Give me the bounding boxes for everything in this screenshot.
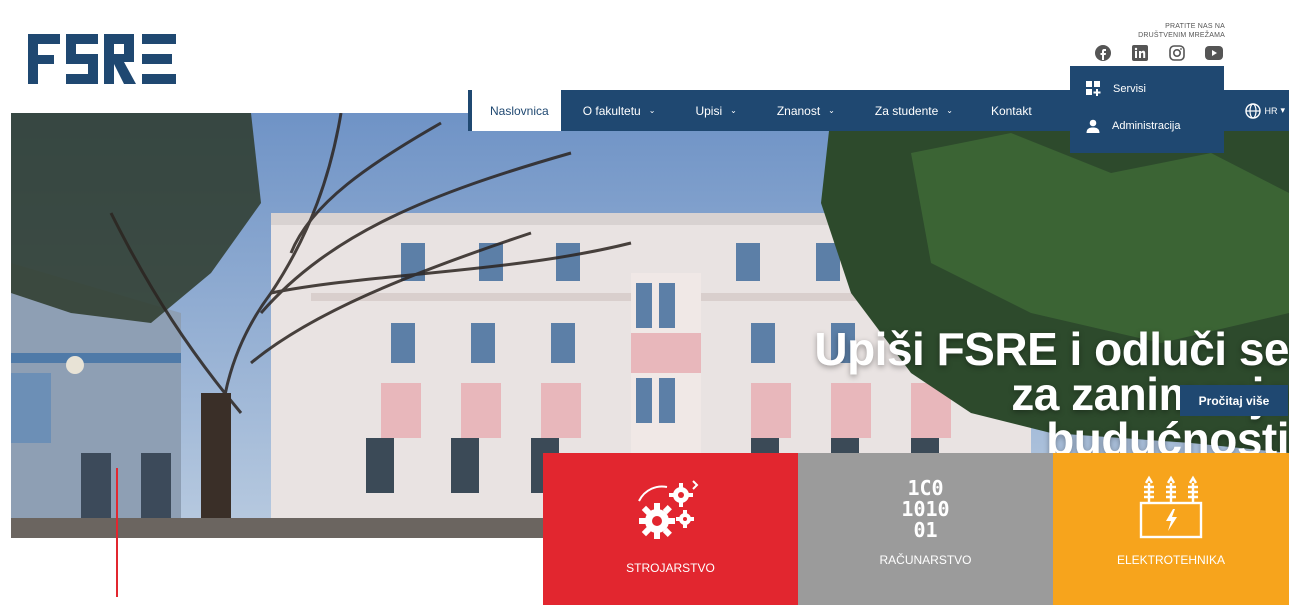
dropdown-item-label: Servisi [1113, 82, 1147, 95]
chevron-down-icon: ⌄ [946, 106, 953, 115]
binary-line: 01 [913, 518, 938, 542]
social-links [1094, 44, 1223, 62]
nav-item-label: Za studente [874, 103, 939, 118]
transformer-icon [1139, 475, 1203, 539]
tile-strojarstvo[interactable]: STROJARSTVO [543, 453, 798, 605]
tile-racunarstvo[interactable]: 1C0 1010 01 RAČUNARSTVO [798, 453, 1053, 605]
user-icon [1086, 119, 1100, 133]
scroll-indicator-line [116, 468, 118, 597]
nav-item-label: O fakultetu [582, 103, 641, 118]
fsre-logo[interactable] [28, 34, 176, 89]
globe-icon [1245, 102, 1262, 119]
dropdown-item-servisi[interactable]: Servisi [1086, 81, 1146, 96]
social-title: PRATITE NAS NA DRUŠTVENIM MREŽAMA [1138, 22, 1225, 40]
nav-item-znanost[interactable]: Znanost ⌄ [737, 90, 835, 131]
social-title-line2: DRUŠTVENIM MREŽAMA [1138, 32, 1225, 39]
binary-line: 1010 [901, 497, 950, 521]
hero-headline-line1: Upiši FSRE i odluči se [814, 323, 1289, 375]
tile-label: ELEKTROTEHNIKA [1116, 553, 1226, 567]
instagram-icon[interactable] [1168, 44, 1186, 62]
binary-line: 1C0 [907, 476, 944, 500]
nav-item-naslovnica[interactable]: Naslovnica [468, 90, 561, 131]
tile-label: STROJARSTVO [626, 561, 715, 575]
language-label: HR [1264, 105, 1278, 116]
nav-item-za-studente[interactable]: Za studente ⌄ [835, 90, 953, 131]
nav-item-label: Upisi [695, 103, 723, 118]
facebook-icon[interactable] [1094, 44, 1112, 62]
tile-elektrotehnika[interactable]: ELEKTROTEHNIKA [1053, 453, 1289, 605]
social-title-line1: PRATITE NAS NA [1165, 23, 1225, 30]
binary-icon: 1C0 1010 01 [798, 478, 1053, 541]
chevron-down-icon: ▾ [1280, 105, 1285, 115]
read-more-button[interactable]: Pročitaj više [1180, 385, 1288, 416]
dropdown-item-label: Administracija [1112, 120, 1181, 132]
nav-item-upisi[interactable]: Upisi ⌄ [655, 90, 736, 131]
nav-item-o-fakultetu[interactable]: O fakultetu ⌄ [561, 90, 656, 131]
chevron-down-icon: ⌄ [828, 106, 835, 115]
language-switcher[interactable]: HR ▾ [1245, 90, 1285, 131]
linkedin-icon[interactable] [1131, 44, 1149, 62]
services-dropdown: Servisi Administracija [1070, 66, 1224, 153]
nav-item-label: Kontakt [990, 103, 1032, 118]
youtube-icon[interactable] [1205, 44, 1223, 62]
nav-item-kontakt[interactable]: Kontakt [953, 90, 1032, 131]
nav-item-label: Znanost [776, 103, 821, 118]
tile-label: RAČUNARSTVO [879, 553, 972, 567]
gears-icon [638, 480, 699, 539]
grid-plus-icon [1086, 81, 1101, 96]
chevron-down-icon: ⌄ [648, 106, 656, 115]
nav-item-label: Naslovnica [490, 103, 549, 118]
dropdown-item-administracija[interactable]: Administracija [1086, 119, 1180, 133]
chevron-down-icon: ⌄ [730, 106, 737, 115]
